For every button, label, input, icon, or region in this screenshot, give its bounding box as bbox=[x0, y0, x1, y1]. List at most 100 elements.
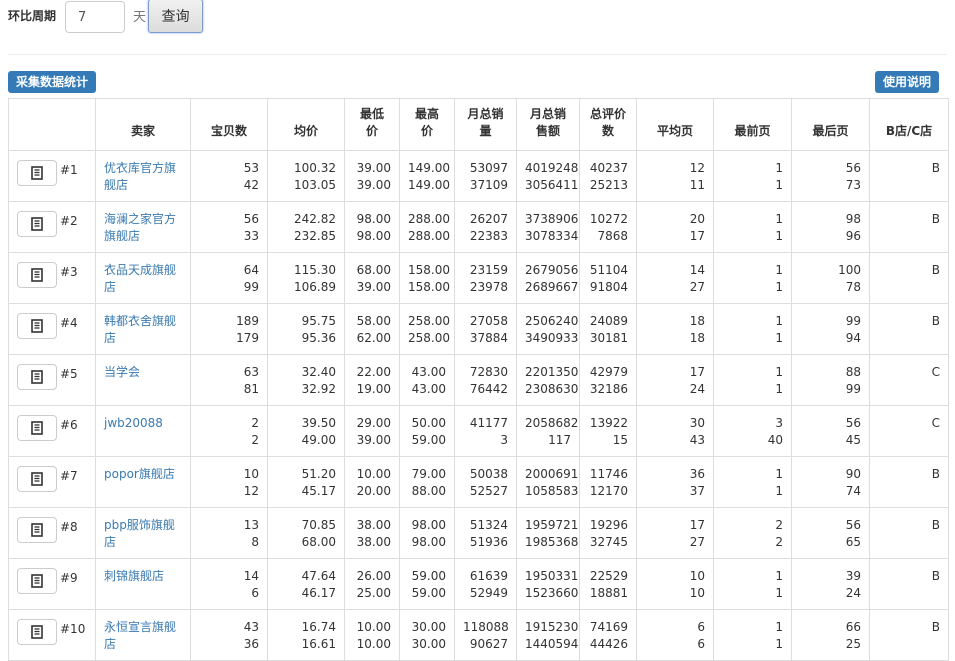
last-page-previous: 99 bbox=[845, 382, 861, 396]
avg-price-previous: 232.85 bbox=[294, 229, 336, 243]
last-page-cell: 90 74 bbox=[791, 456, 870, 508]
min-price-cell: 68.00 39.00 bbox=[344, 252, 400, 304]
min-price-current: 26.00 bbox=[356, 569, 391, 583]
seller-cell: 海澜之家官方 旗舰店 bbox=[95, 201, 191, 253]
first-page-previous: 1 bbox=[775, 637, 783, 651]
avg-price-cell: 51.20 45.17 bbox=[267, 456, 345, 508]
min-price-cell: 26.00 25.00 bbox=[344, 558, 400, 610]
detail-button[interactable] bbox=[17, 415, 57, 441]
seller-link[interactable]: 衣品天成旗舰店 bbox=[104, 262, 182, 296]
help-button[interactable]: 使用说明 bbox=[875, 71, 940, 93]
period-input[interactable] bbox=[65, 1, 126, 33]
item-count-previous: 36 bbox=[243, 637, 259, 651]
review-count-current: 19296 bbox=[589, 518, 628, 532]
item-count-cell: 43 36 bbox=[190, 609, 268, 661]
query-button[interactable]: 查询 bbox=[148, 0, 204, 33]
shop-type-value: C bbox=[931, 365, 940, 379]
seller-name-line: 当学会 bbox=[104, 365, 141, 379]
detail-button[interactable] bbox=[17, 211, 57, 237]
monthly-revenue-current: 2201350 bbox=[525, 365, 579, 379]
avg-page-current: 30 bbox=[689, 416, 705, 430]
seller-link[interactable]: 优衣库官方旗 舰店 bbox=[104, 160, 182, 194]
rank-label: #8 bbox=[60, 520, 78, 534]
max-price-previous: 158.00 bbox=[408, 280, 450, 294]
max-price-current: 79.00 bbox=[411, 467, 446, 481]
detail-button[interactable] bbox=[17, 364, 57, 390]
avg-page-previous: 43 bbox=[689, 433, 705, 447]
detail-button[interactable] bbox=[17, 262, 57, 288]
min-price-previous: 25.00 bbox=[356, 586, 391, 600]
avg-page-current: 17 bbox=[689, 365, 705, 379]
max-price-previous: 30.00 bbox=[411, 637, 446, 651]
detail-button[interactable] bbox=[17, 313, 57, 339]
avg-page-current: 10 bbox=[689, 569, 705, 583]
monthly-sales-previous: 37884 bbox=[469, 331, 508, 345]
seller-link[interactable]: 韩都衣舍旗舰店 bbox=[104, 313, 182, 347]
avg-price-current: 70.85 bbox=[301, 518, 336, 532]
monthly-sales-previous: 3 bbox=[500, 433, 508, 447]
header-text: 卖家 bbox=[130, 124, 155, 138]
max-price-cell: 149.00 149.00 bbox=[399, 150, 455, 202]
item-count-previous: 81 bbox=[243, 382, 259, 396]
item-count-previous: 12 bbox=[243, 484, 259, 498]
detail-button[interactable] bbox=[17, 619, 57, 645]
divider bbox=[8, 54, 947, 55]
list-icon bbox=[29, 522, 45, 538]
monthly-revenue-previous: 2308630 bbox=[525, 382, 579, 396]
last-page-previous: 96 bbox=[845, 229, 861, 243]
min-price-current: 58.00 bbox=[356, 314, 391, 328]
seller-link[interactable]: 永恒宣言旗舰店 bbox=[104, 619, 182, 653]
first-page-previous: 1 bbox=[775, 331, 783, 345]
avg-price-cell: 16.74 16.61 bbox=[267, 609, 345, 661]
review-count-previous: 44426 bbox=[589, 637, 628, 651]
avg-price-previous: 106.89 bbox=[294, 280, 336, 294]
detail-button[interactable] bbox=[17, 466, 57, 492]
table-row: #9 刺锦旗舰店 14 6 47.64 46.17 26.00 25.00 59.00 59.00… bbox=[8, 558, 949, 610]
actions-cell: #6 bbox=[8, 405, 96, 457]
min-price-current: 22.00 bbox=[356, 365, 391, 379]
monthly-sales-cell: 53097 37109 bbox=[454, 150, 517, 202]
monthly-sales-current: 27058 bbox=[469, 314, 508, 328]
review-count-cell: 42979 32186 bbox=[579, 354, 637, 406]
monthly-revenue-previous: 3056411 bbox=[525, 178, 579, 192]
max-price-current: 149.00 bbox=[408, 161, 450, 175]
avg-page-previous: 24 bbox=[689, 382, 705, 396]
avg-page-current: 17 bbox=[689, 518, 705, 532]
seller-link[interactable]: 刺锦旗舰店 bbox=[104, 568, 182, 585]
last-page-cell: 56 65 bbox=[791, 507, 870, 559]
review-count-cell: 19296 32745 bbox=[579, 507, 637, 559]
seller-link[interactable]: pbp服饰旗舰店 bbox=[104, 517, 182, 551]
monthly-revenue-cell: 2679056 2689667 bbox=[516, 252, 580, 304]
shop-type-cell: C bbox=[869, 405, 949, 457]
shop-type-cell: B bbox=[869, 303, 949, 355]
seller-link[interactable]: 当学会 bbox=[104, 364, 182, 381]
max-price-cell: 30.00 30.00 bbox=[399, 609, 455, 661]
detail-button[interactable] bbox=[17, 568, 57, 594]
seller-link[interactable]: popor旗舰店 bbox=[104, 466, 182, 483]
avg-page-current: 6 bbox=[697, 620, 705, 634]
detail-button[interactable] bbox=[17, 517, 57, 543]
avg-price-current: 51.20 bbox=[301, 467, 336, 481]
monthly-revenue-previous: 1058583 bbox=[525, 484, 579, 498]
monthly-revenue-cell: 3738906 3078334 bbox=[516, 201, 580, 253]
avg-price-current: 242.82 bbox=[294, 212, 336, 226]
seller-link[interactable]: 海澜之家官方 旗舰店 bbox=[104, 211, 182, 245]
avg-page-current: 20 bbox=[689, 212, 705, 226]
avg-price-previous: 95.36 bbox=[301, 331, 336, 345]
actions-cell: #5 bbox=[8, 354, 96, 406]
max-price-previous: 88.00 bbox=[411, 484, 446, 498]
shop-type-cell: B bbox=[869, 456, 949, 508]
last-page-current: 56 bbox=[845, 161, 861, 175]
shop-type-value: B bbox=[931, 212, 940, 226]
max-price-current: 43.00 bbox=[411, 365, 446, 379]
detail-button[interactable] bbox=[17, 160, 57, 186]
table-row: #1 优衣库官方旗 舰店 53 42 100.32 103.05 39.00 39.00 149.… bbox=[8, 150, 949, 202]
table-row: #6 jwb20088 2 2 39.50 49.00 29.00 39.00 50.00 59.… bbox=[8, 405, 949, 457]
review-count-cell: 13922 15 bbox=[579, 405, 637, 457]
max-price-previous: 288.00 bbox=[408, 229, 450, 243]
header-actions bbox=[8, 98, 96, 151]
seller-link[interactable]: jwb20088 bbox=[104, 415, 182, 432]
max-price-cell: 59.00 59.00 bbox=[399, 558, 455, 610]
seller-name-line: pbp服饰旗舰 bbox=[104, 518, 175, 532]
item-count-previous: 42 bbox=[243, 178, 259, 192]
